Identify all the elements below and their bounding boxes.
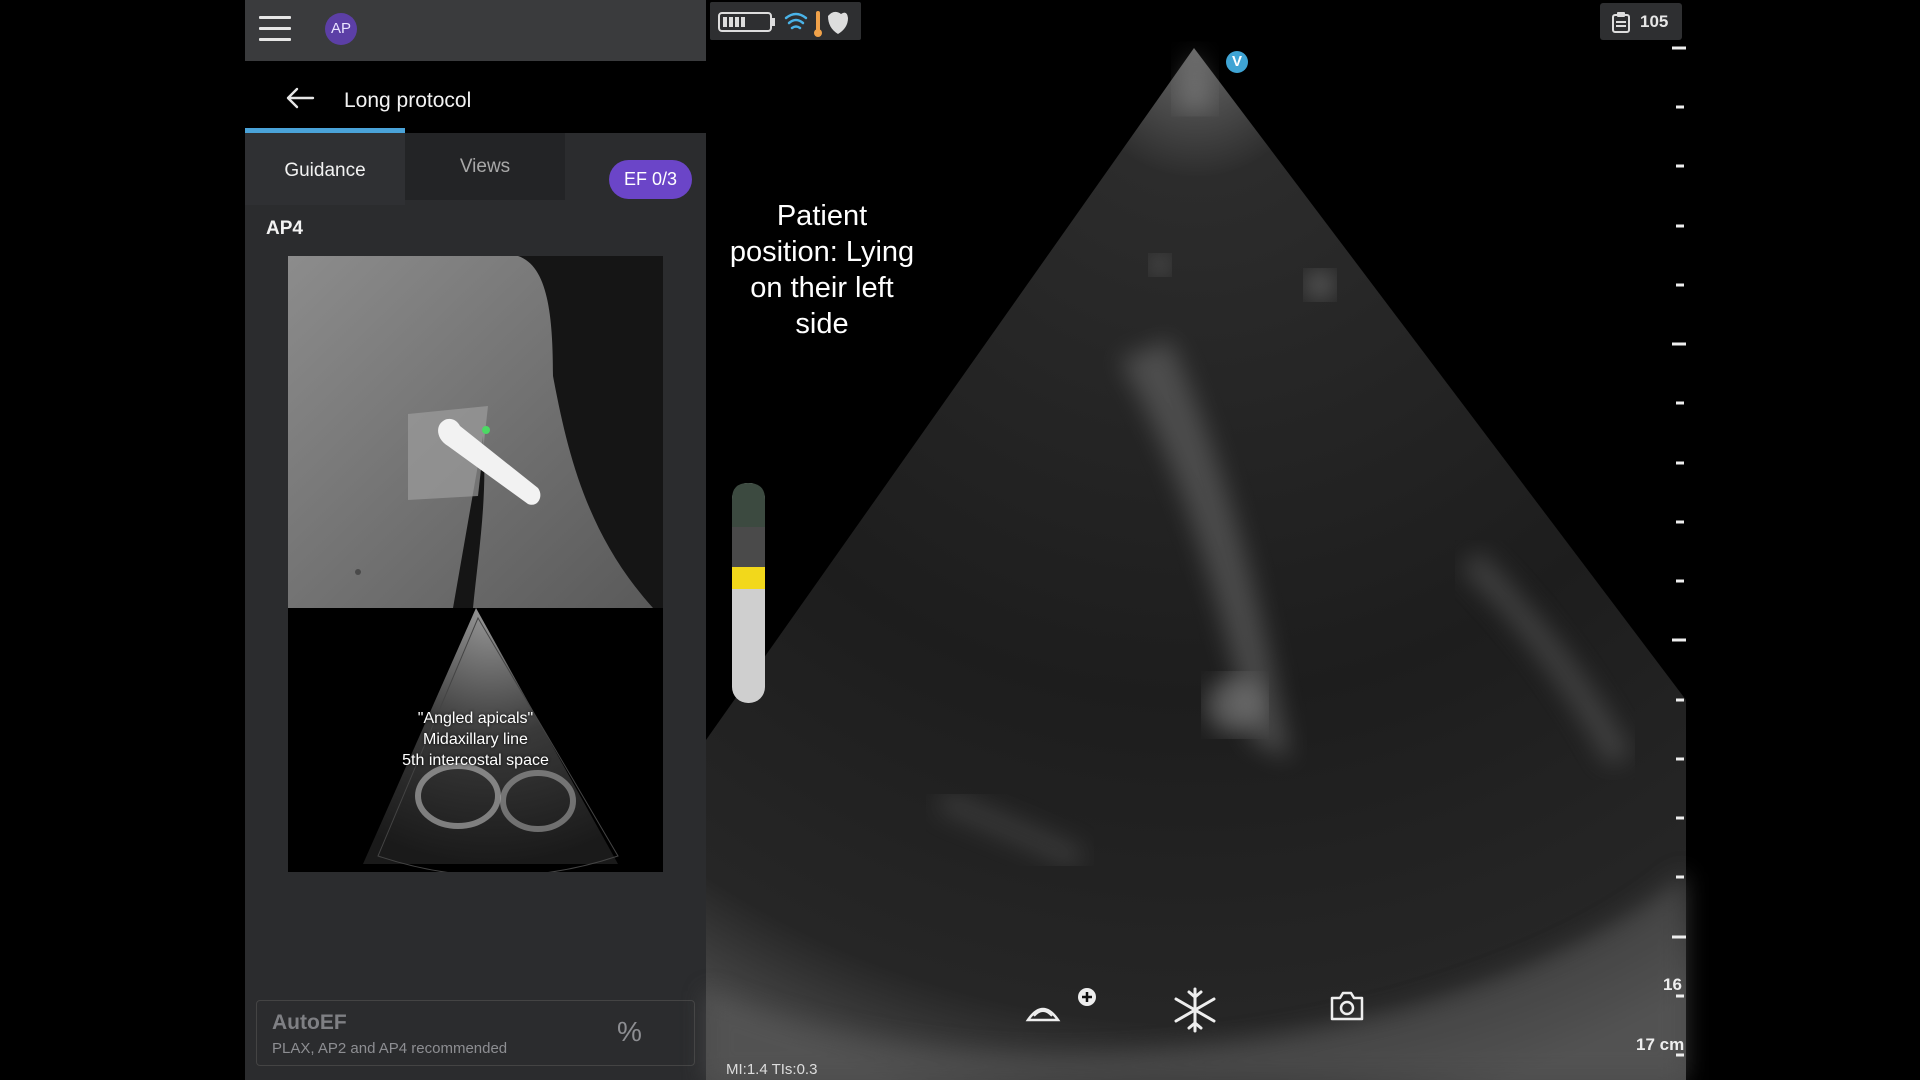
clipboard-icon: [1612, 12, 1630, 33]
exam-counter[interactable]: 105: [1600, 3, 1682, 40]
status-bar: [710, 2, 861, 40]
heart-probe-icon: [828, 11, 848, 34]
battery-icon: [718, 12, 775, 32]
ultrasound-image: [706, 46, 1686, 1080]
orientation-marker: V: [1226, 51, 1248, 73]
mi-ti-readout: MI:1.4 TIs:0.3: [726, 1061, 818, 1078]
exam-count: 105: [1640, 12, 1669, 31]
depth-scale-label: 16: [1663, 975, 1682, 994]
gain-indicator[interactable]: [732, 483, 765, 703]
temperature-icon: [814, 11, 822, 37]
probe-add-icon[interactable]: [1023, 986, 1098, 1026]
patient-position-instruction: Patient position: Lying on their left si…: [729, 200, 915, 340]
camera-icon[interactable]: [1329, 990, 1365, 1022]
wifi-icon: [784, 12, 808, 30]
freeze-icon[interactable]: [1171, 986, 1219, 1034]
depth-readout[interactable]: 17 cm: [1636, 1035, 1684, 1055]
